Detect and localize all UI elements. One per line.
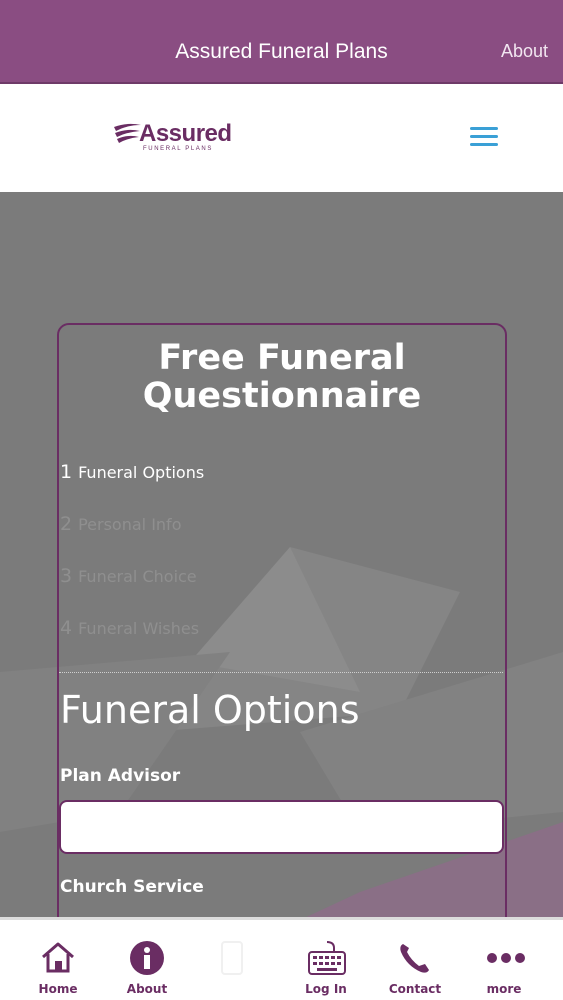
logo-wordmark: Assured <box>139 120 232 147</box>
app-title: Assured Funeral Plans <box>175 40 388 63</box>
logo-tagline: FUNERAL PLANS <box>143 146 213 152</box>
step-label: Personal Info <box>78 515 182 534</box>
info-icon <box>130 941 164 975</box>
step-funeral-options[interactable]: 1 Funeral Options <box>60 461 204 483</box>
step-number: 3 <box>60 565 73 587</box>
step-number: 4 <box>60 617 73 639</box>
step-number: 1 <box>60 461 73 483</box>
steps-divider <box>59 672 503 673</box>
about-link[interactable]: About <box>501 41 548 62</box>
home-icon <box>42 942 74 973</box>
phone-device-icon <box>221 941 243 975</box>
plan-advisor-input[interactable] <box>59 800 504 854</box>
step-label: Funeral Options <box>78 463 205 482</box>
tab-label: Log In <box>305 982 347 996</box>
section-title: Funeral Options <box>60 688 360 732</box>
hamburger-menu-icon[interactable] <box>470 125 498 149</box>
tab-label: more <box>486 982 522 996</box>
step-personal-info[interactable]: 2 Personal Info <box>60 513 181 535</box>
assured-logo[interactable]: Assured FUNERAL PLANS <box>113 120 243 160</box>
tab-about[interactable]: About <box>102 920 192 1000</box>
tab-label: Contact <box>388 982 442 996</box>
top-bar: Assured Funeral Plans About <box>0 0 563 84</box>
tab-label: About <box>126 982 168 996</box>
step-number: 2 <box>60 513 73 535</box>
tab-device[interactable] <box>187 920 277 1000</box>
telephone-icon <box>400 944 429 973</box>
plan-advisor-label: Plan Advisor <box>60 766 181 786</box>
step-label: Funeral Wishes <box>78 619 200 638</box>
step-funeral-choice[interactable]: 3 Funeral Choice <box>60 565 197 587</box>
tab-contact[interactable]: Contact <box>370 920 460 1000</box>
step-label: Funeral Choice <box>78 567 197 586</box>
tab-home[interactable]: Home <box>13 920 103 1000</box>
tab-more[interactable]: more <box>459 920 549 1000</box>
keyboard-icon <box>308 941 346 975</box>
more-icon <box>487 953 525 963</box>
step-funeral-wishes[interactable]: 4 Funeral Wishes <box>60 617 199 639</box>
tab-log-in[interactable]: Log In <box>281 920 371 1000</box>
tab-label: Home <box>38 982 78 996</box>
bottom-tab-bar: Home About Log In Contact more <box>0 917 563 1000</box>
questionnaire-title: Free Funeral Questionnaire <box>142 338 422 416</box>
church-service-label: Church Service <box>60 877 204 897</box>
